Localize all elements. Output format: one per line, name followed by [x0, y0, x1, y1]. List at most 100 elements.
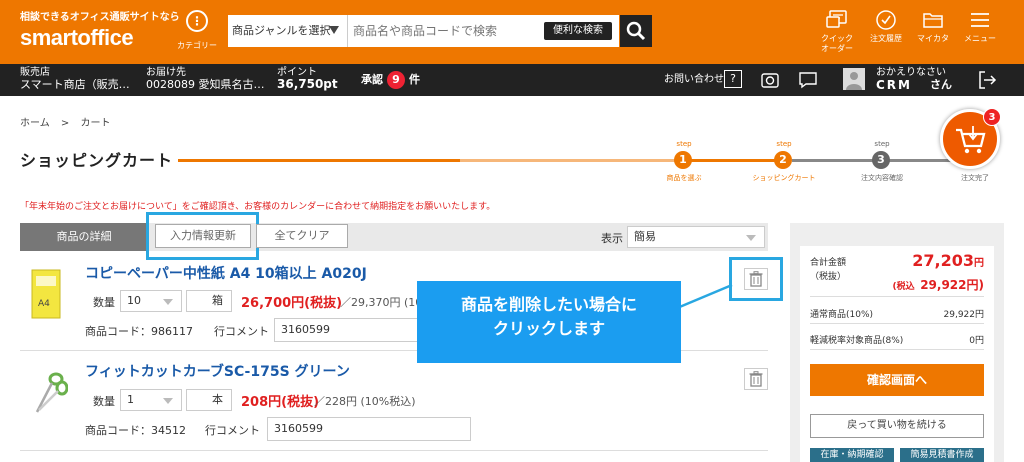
caret-down-icon — [746, 235, 756, 241]
account-bar: 販売店 スマート商店（販売… お届け先 0028089 愛知県名古… ポイント … — [0, 64, 1024, 96]
qty-value: 1 — [127, 393, 134, 406]
callout-line2: クリックします — [492, 319, 605, 338]
message-icon[interactable] — [798, 70, 818, 94]
step1-dot: 1 — [674, 151, 692, 169]
qty-label: 数量 — [93, 296, 115, 309]
delete-item-button[interactable] — [744, 368, 768, 390]
user-suffix: さん — [930, 78, 952, 91]
approval-suffix: 件 — [409, 73, 420, 86]
product-code: 商品コード：34512 — [85, 424, 186, 437]
site-logo[interactable]: smartoffice — [20, 25, 134, 51]
search-input[interactable] — [353, 19, 533, 43]
menu-button[interactable]: メニュー — [957, 8, 1003, 44]
line-comment-label: 行コメント — [214, 325, 269, 338]
folder-icon — [923, 13, 943, 28]
display-label: 表示 — [601, 232, 623, 245]
qty-label: 数量 — [93, 395, 115, 408]
update-input-button[interactable]: 入力情報更新 — [155, 224, 251, 248]
avatar[interactable] — [843, 68, 865, 90]
ship-value[interactable]: 0028089 愛知県名古… — [146, 79, 265, 91]
my-catalog-button[interactable]: マイカタ — [910, 8, 956, 44]
line-comment-input[interactable]: 3160599 — [267, 417, 471, 441]
approval-count-badge[interactable]: 9 — [387, 71, 405, 89]
total-amount: 27,203円 — [880, 251, 984, 270]
caret-down-icon — [163, 398, 173, 404]
breadcrumb: ホーム > カート — [20, 114, 110, 129]
callout-line1: 商品を削除したい場合に — [460, 295, 637, 314]
reduced-items-value: 0円 — [969, 336, 984, 346]
qty-select[interactable]: 1 — [120, 389, 182, 411]
item-price: 26,700円(税抜) — [241, 296, 343, 311]
step4-label: 注文完了 — [961, 174, 989, 182]
breadcrumb-current: カート — [80, 118, 111, 129]
item-price: 208円(税抜) — [241, 395, 320, 410]
store-value[interactable]: スマート商店（販売… — [20, 79, 130, 91]
points-value: 36,750pt — [277, 77, 338, 91]
summary-divider — [810, 349, 984, 350]
trash-icon — [749, 271, 763, 287]
step2-word: step — [776, 140, 792, 148]
help-icon[interactable]: ? — [724, 70, 742, 88]
total-value: 27,203 — [912, 251, 974, 270]
menu-icon — [971, 13, 989, 27]
caret-down-icon — [163, 299, 173, 305]
camera-icon[interactable] — [760, 70, 780, 94]
display-mode-select[interactable]: 簡易 — [627, 226, 765, 248]
cart-count-badge: 3 — [983, 108, 1001, 126]
trash-icon — [749, 371, 763, 387]
year-end-notice[interactable]: 「年末年始のご注文とお届けについて」をご確認頂き、お客様のカレンダーに合わせて納… — [20, 199, 495, 212]
logout-icon[interactable] — [976, 69, 998, 95]
clear-all-button[interactable]: 全てクリア — [256, 224, 348, 248]
my-catalog-label: マイカタ — [917, 34, 949, 43]
confirm-button[interactable]: 確認画面へ — [810, 364, 984, 396]
card-icon — [826, 10, 847, 28]
menu-label: メニュー — [964, 34, 996, 43]
reduced-items-label: 軽減税率対象商品(8%) — [810, 336, 904, 346]
total-label: 合計金額 （税抜） — [810, 256, 846, 284]
tab-product-details[interactable]: 商品の詳細 — [20, 223, 148, 251]
unit-value: 箱 — [212, 294, 223, 307]
product-image-scissors[interactable] — [32, 370, 69, 418]
quick-quote-button[interactable]: 簡易見積書作成 — [900, 448, 984, 462]
advanced-search-button[interactable]: 便利な検索 — [544, 22, 612, 40]
svg-text:A4: A4 — [38, 299, 50, 309]
search-button[interactable] — [620, 15, 652, 47]
order-history-button[interactable]: 注文履歴 — [863, 8, 909, 44]
step3-dot: 3 — [872, 151, 890, 169]
delete-item-button[interactable] — [744, 268, 768, 290]
product-image-paper[interactable]: A4 — [26, 268, 66, 322]
step1-word: step — [676, 140, 692, 148]
line-comment-input[interactable]: 3160599 — [274, 318, 420, 342]
progress-line-fade — [460, 159, 680, 162]
normal-items-value: 29,922円 — [943, 310, 985, 320]
genre-select[interactable]: 商品ジャンルを選択 — [228, 15, 348, 47]
delete-hint-callout: 商品を削除したい場合に クリックします — [417, 281, 681, 363]
product-title[interactable]: フィットカットカーブSC-175S グリーン — [85, 361, 350, 381]
qty-select[interactable]: 10 — [120, 290, 182, 312]
quick-order-button[interactable]: クイック オーダー — [814, 8, 860, 54]
user-name: CRM — [876, 78, 912, 92]
step3-label: 注文内容確認 — [861, 174, 903, 182]
item-price-taxin: ／29,370円 (10 — [340, 296, 423, 309]
category-button[interactable]: ⋮ カテゴリー — [176, 10, 218, 51]
step1-label: 商品を選ぶ — [666, 174, 702, 182]
order-history-label: 注文履歴 — [870, 34, 902, 43]
category-label: カテゴリー — [177, 41, 217, 50]
unit-field: 箱 — [186, 290, 232, 312]
tagline: 相談できるオフィス通販サイトなら — [20, 12, 180, 23]
contact-link[interactable]: お問い合わせ — [664, 74, 724, 86]
qty-value: 10 — [127, 294, 141, 307]
step2-dot: 2 — [774, 151, 792, 169]
item-divider — [20, 450, 768, 451]
breadcrumb-home[interactable]: ホーム — [20, 118, 50, 129]
stock-check-button[interactable]: 在庫・納期確認 — [810, 448, 894, 462]
continue-shopping-button[interactable]: 戻って買い物を続ける — [810, 414, 984, 438]
progress-line-done — [178, 159, 460, 162]
step3-word: step — [874, 140, 890, 148]
approval-label[interactable]: 承認 — [361, 74, 383, 86]
unit-value: 本 — [212, 393, 223, 406]
quick-order-label2: オーダー — [821, 44, 853, 53]
taxin-value: 29,922円) — [920, 278, 984, 292]
product-title[interactable]: コピーペーパー中性紙 A4 10箱以上 A020J — [85, 263, 367, 283]
genre-select-label: 商品ジャンルを選択 — [232, 24, 331, 37]
